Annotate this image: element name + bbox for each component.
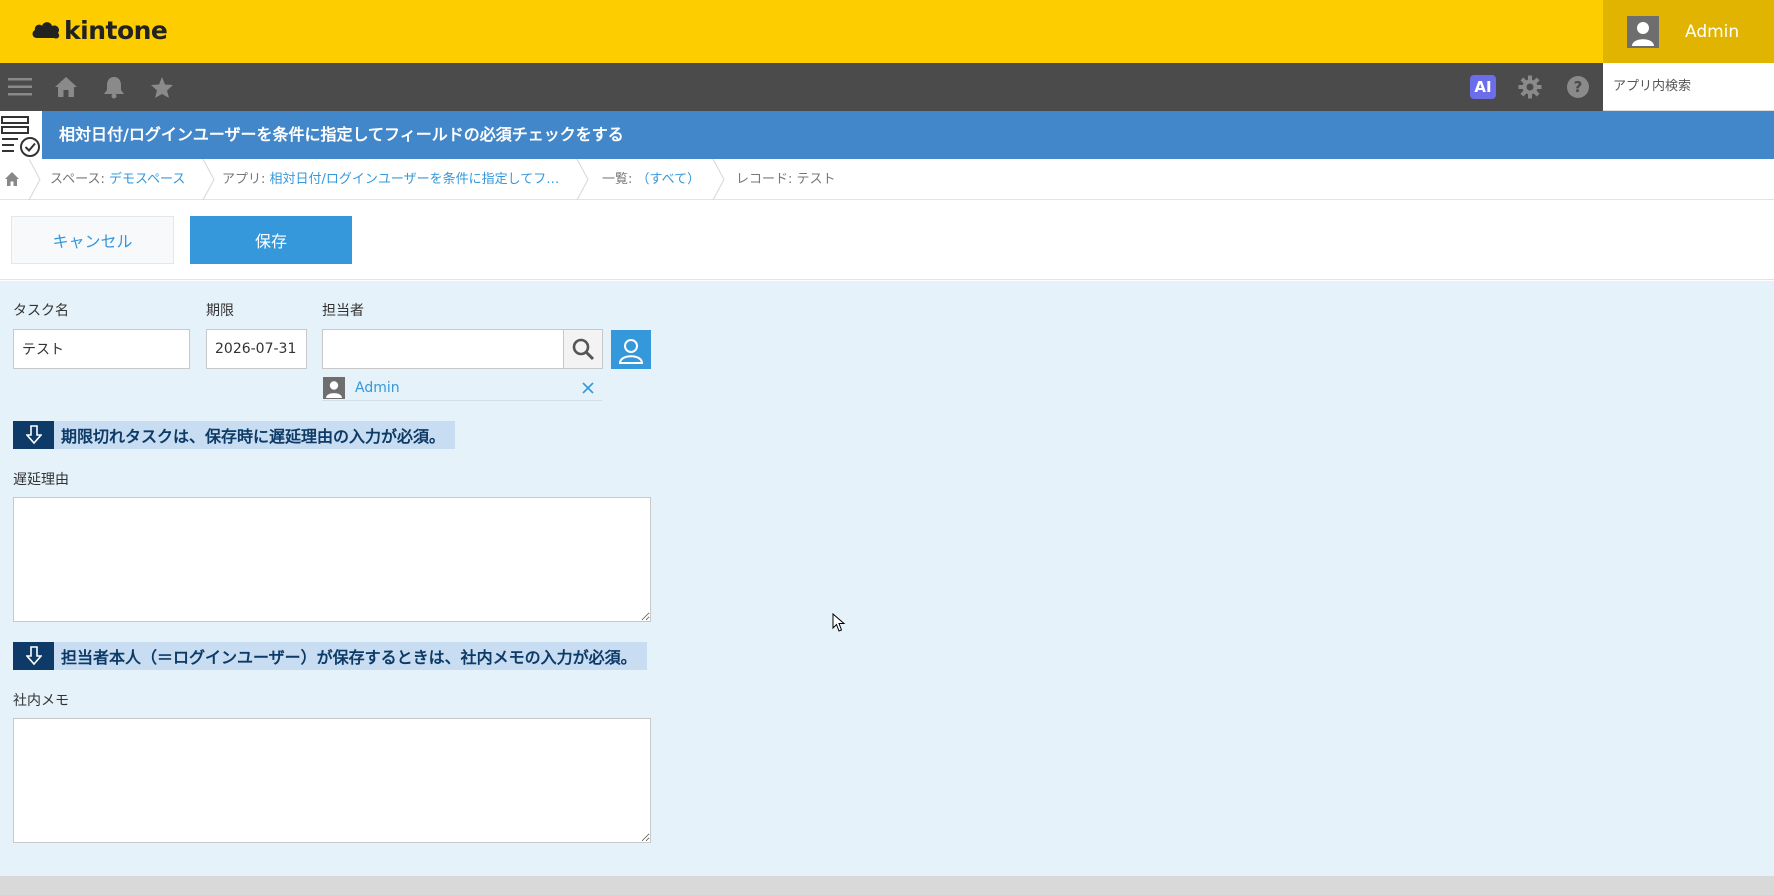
mouse-cursor-icon: [832, 613, 846, 632]
selected-user-name[interactable]: Admin: [355, 376, 400, 401]
down-arrow-icon: [13, 642, 54, 670]
heading-memo-text: 担当者本人（＝ログインユーザー）が保存するときは、社内メモの入力が必須。: [61, 648, 637, 667]
task-name-input[interactable]: [13, 329, 190, 369]
breadcrumb-separator: [712, 159, 725, 200]
assignee-label: 担当者: [322, 303, 364, 319]
breadcrumb-record: レコード: テスト: [736, 172, 836, 187]
record-action-bar: キャンセル 保存: [0, 200, 1774, 280]
ai-label: AI: [1474, 78, 1492, 96]
user-name: Admin: [1685, 21, 1740, 42]
help-icon[interactable]: ?: [1564, 63, 1592, 111]
breadcrumb-space: スペース: デモスペース: [50, 159, 185, 200]
breadcrumb-space-link[interactable]: デモスペース: [109, 172, 185, 187]
assignee-search-button[interactable]: [563, 329, 603, 369]
assignee-user-picker-button[interactable]: [611, 330, 651, 369]
breadcrumb-home-icon[interactable]: [4, 171, 20, 187]
search-icon: [572, 338, 595, 361]
global-header: kintone Admin: [0, 0, 1774, 63]
down-arrow-icon: [13, 421, 54, 449]
internal-memo-label: 社内メモ: [13, 693, 69, 709]
remove-user-icon[interactable]: [580, 380, 596, 396]
save-button[interactable]: 保存: [190, 216, 352, 264]
assignee-input[interactable]: [322, 329, 564, 369]
breadcrumb-list: 一覧: （すべて）: [602, 159, 700, 200]
menu-icon[interactable]: [6, 63, 34, 111]
breadcrumb-app-prefix: アプリ:: [222, 172, 270, 187]
app-search-box[interactable]: [1603, 63, 1774, 111]
breadcrumb-app-link[interactable]: 相対日付/ログインユーザーを条件に指定してフ…: [270, 172, 560, 187]
breadcrumb-list-link[interactable]: （すべて）: [637, 172, 701, 187]
app-form-icon: [0, 111, 42, 159]
bell-icon[interactable]: [100, 63, 128, 111]
breadcrumb-app: アプリ: 相対日付/ログインユーザーを条件に指定してフ…: [222, 159, 559, 200]
task-name-label: タスク名: [13, 303, 69, 319]
breadcrumb-list-prefix: 一覧:: [602, 172, 637, 187]
app-search-input[interactable]: [1603, 63, 1774, 110]
delay-reason-label: 遅延理由: [13, 472, 69, 488]
selected-user-chip: Admin: [322, 376, 602, 401]
bottom-scroll-area: [0, 876, 1774, 895]
breadcrumb-separator: [576, 159, 589, 200]
user-menu[interactable]: Admin: [1603, 0, 1774, 63]
heading-delay-rule: 期限切れタスクは、保存時に遅延理由の入力が必須。: [13, 421, 456, 449]
global-toolbar: AI ?: [0, 63, 1774, 111]
user-icon: [618, 338, 644, 364]
cancel-button[interactable]: キャンセル: [11, 216, 174, 264]
due-date-label: 期限: [206, 303, 234, 319]
breadcrumb: スペース: デモスペース アプリ: 相対日付/ログインユーザーを条件に指定してフ…: [0, 159, 1774, 200]
logo-text: kintone: [64, 16, 168, 45]
delay-reason-textarea[interactable]: [13, 497, 651, 622]
home-icon[interactable]: [52, 63, 80, 111]
breadcrumb-separator: [202, 159, 215, 200]
ai-icon[interactable]: AI: [1470, 75, 1496, 99]
svg-text:?: ?: [1574, 78, 1583, 96]
app-title: 相対日付/ログインユーザーを条件に指定してフィールドの必須チェックをする: [59, 125, 624, 144]
breadcrumb-separator: [28, 159, 41, 200]
gear-icon[interactable]: [1516, 63, 1544, 111]
due-date-input[interactable]: [206, 329, 307, 369]
user-avatar-icon: [1627, 15, 1659, 48]
star-icon[interactable]: [148, 63, 176, 111]
heading-memo-rule: 担当者本人（＝ログインユーザー）が保存するときは、社内メモの入力が必須。: [13, 642, 647, 670]
breadcrumb-space-prefix: スペース:: [50, 172, 109, 187]
kintone-logo[interactable]: kintone: [30, 16, 168, 45]
heading-delay-text: 期限切れタスクは、保存時に遅延理由の入力が必須。: [61, 427, 446, 446]
internal-memo-textarea[interactable]: [13, 718, 651, 843]
cloud-logo-icon: [32, 21, 60, 39]
app-title-bar: 相対日付/ログインユーザーを条件に指定してフィールドの必須チェックをする: [0, 111, 1774, 159]
selected-user-avatar-icon: [323, 377, 345, 399]
